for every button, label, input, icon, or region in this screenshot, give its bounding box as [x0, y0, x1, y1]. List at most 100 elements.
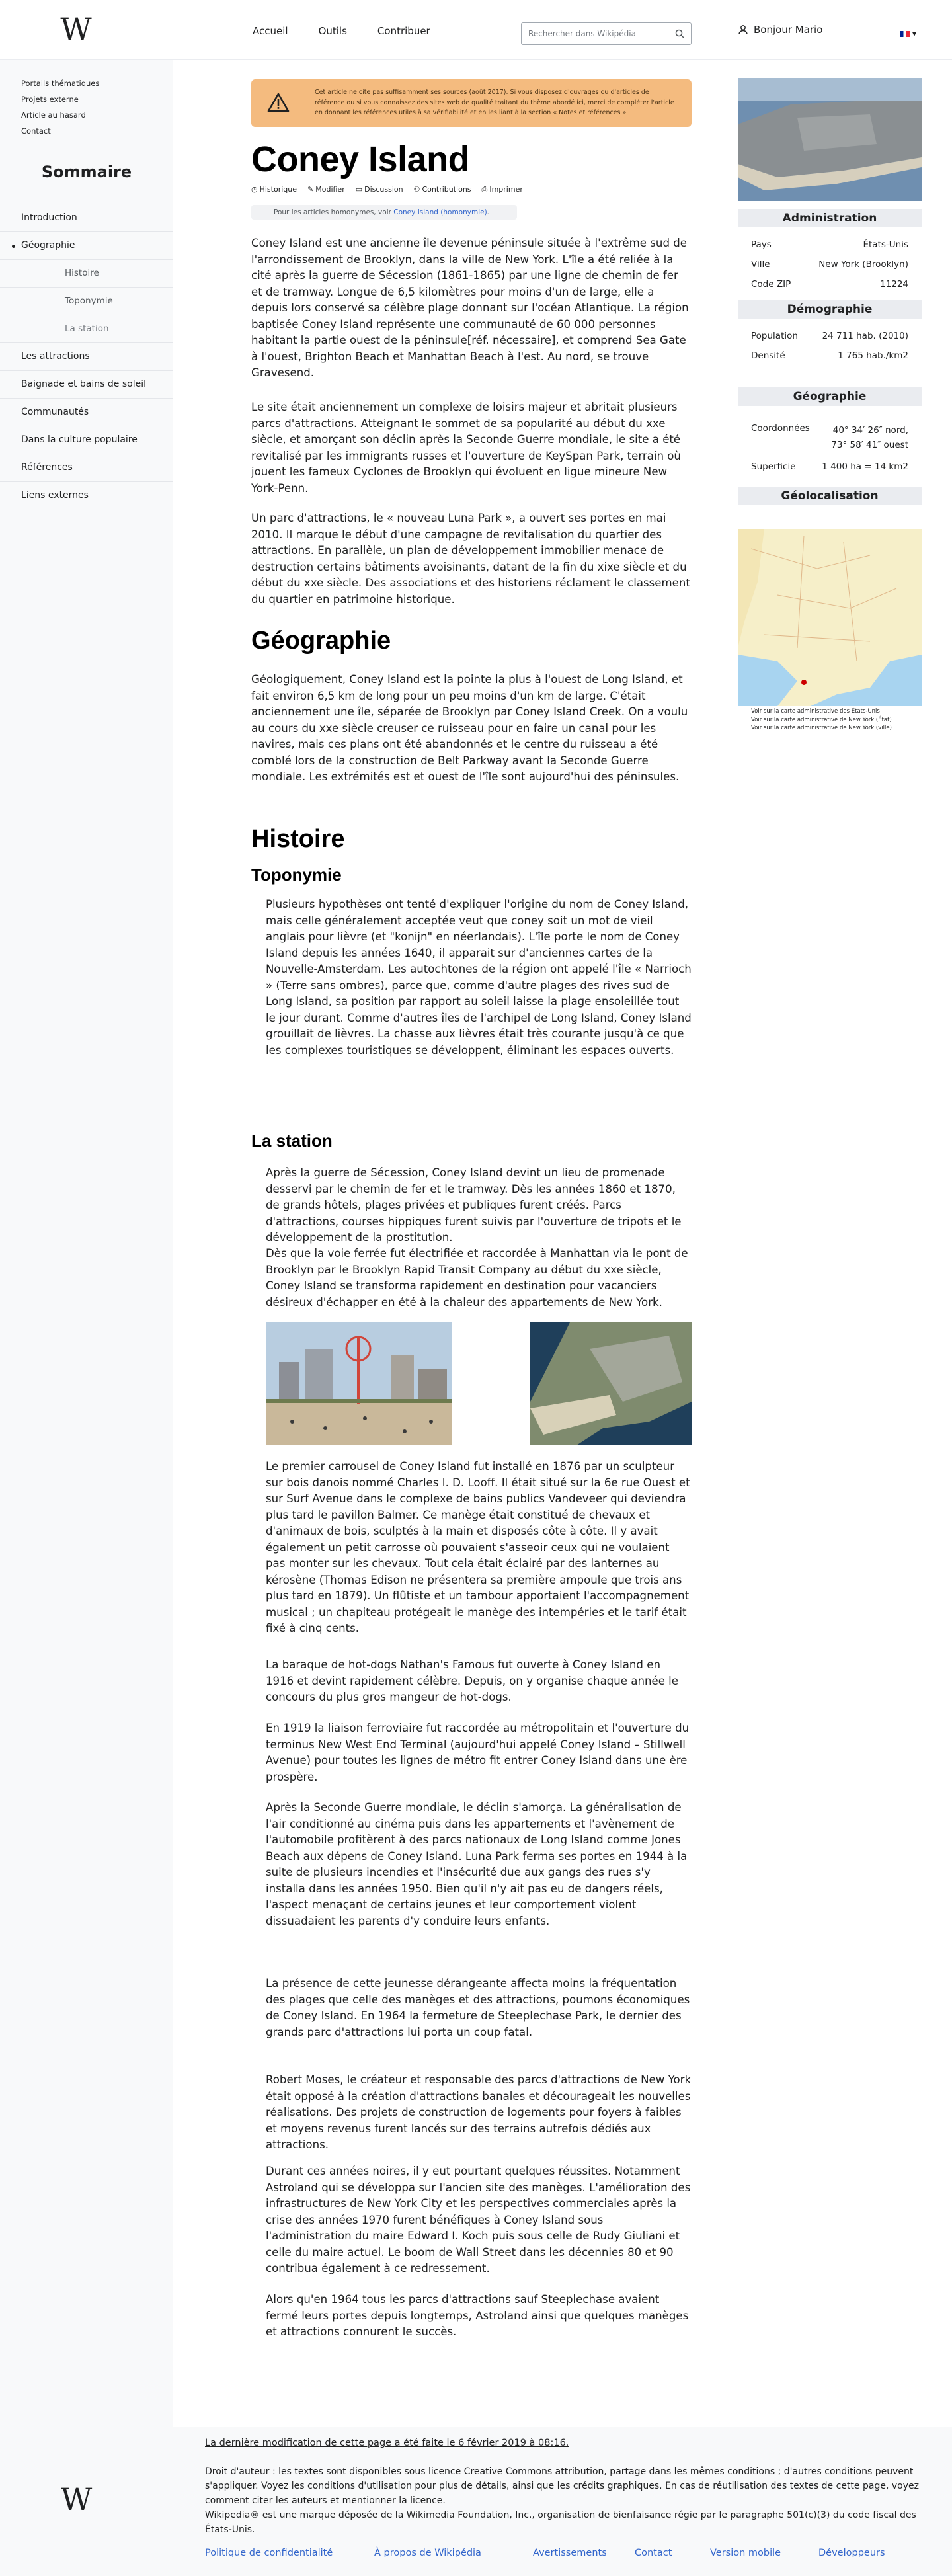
nav-contribuer[interactable]: Contribuer: [377, 25, 430, 37]
footer-links: Politique de confidentialité À propos de…: [205, 2548, 885, 2558]
station-paragraph-9: Durant ces années noires, il y eut pourt…: [266, 2165, 691, 2274]
infobox-key: Population: [751, 331, 798, 341]
infobox-key: Pays: [751, 239, 772, 250]
coney-island-beach-photo[interactable]: [266, 1322, 452, 1445]
heading-histoire: Histoire: [251, 825, 345, 853]
homonym-prefix: Pour les articles homonymes, voir: [274, 208, 394, 216]
search-icon[interactable]: [675, 29, 684, 38]
page-actions: ◷ Historique ✎ Modifier ▭ Discussion ⚇ Contr…: [251, 185, 523, 194]
infobox-key: Ville: [751, 259, 770, 270]
action-historique-label: Historique: [259, 185, 298, 194]
footer-link-mobile[interactable]: Version mobile: [710, 2548, 818, 2558]
station-paragraph-7: La présence de cette jeunesse dérangeant…: [266, 1977, 690, 2038]
page-footer: W La dernière modification de cette page…: [0, 2427, 952, 2576]
infobox-heading-geographie: Géographie: [738, 387, 922, 406]
station-paragraph-8: Robert Moses, le créateur et responsable…: [266, 2073, 692, 2151]
homonym-note: Pour les articles homonymes, voir Coney …: [251, 205, 517, 220]
footer-link-developers[interactable]: Développeurs: [818, 2548, 885, 2558]
coney-island-satellite-photo[interactable]: [530, 1322, 692, 1445]
toc-item-histoire[interactable]: Histoire: [0, 259, 173, 287]
trademark-paragraph: Wikipedia® est une marque déposée de la …: [205, 2510, 916, 2535]
language-selector[interactable]: ▾: [900, 29, 916, 38]
coord-lon: 73° 58′ 41″ ouest: [831, 440, 908, 450]
action-historique[interactable]: ◷ Historique: [251, 185, 297, 194]
sidebar-link-contact[interactable]: Contact: [21, 123, 99, 139]
toc-item-la-station[interactable]: La station: [0, 315, 173, 342]
sidebar-link-portails[interactable]: Portails thématiques: [21, 75, 99, 91]
footer-link-disclaimers[interactable]: Avertissements: [533, 2548, 635, 2558]
footer-link-about[interactable]: À propos de Wikipédia: [374, 2548, 533, 2558]
homonym-link[interactable]: Coney Island (homonymie): [393, 208, 487, 216]
wikipedia-logo[interactable]: W: [57, 14, 91, 44]
footer-wikipedia-logo[interactable]: W: [61, 2481, 92, 2517]
toc-title: Sommaire: [0, 143, 173, 181]
infobox-key: Coordonnées: [751, 423, 810, 434]
map-link-ny-city[interactable]: Voir sur la carte administrative de New …: [751, 724, 916, 733]
infobox-heading-administration: Administration: [738, 209, 922, 227]
action-contributions[interactable]: ⚇ Contributions: [414, 185, 471, 194]
sources-warning-banner: Cet article ne cite pas suffisamment ses…: [251, 79, 692, 127]
toc-item-attractions[interactable]: Les attractions: [0, 342, 173, 370]
action-imprimer-label: Imprimer: [489, 185, 523, 194]
intro-paragraph-2: Le site était anciennement un complexe d…: [251, 401, 681, 495]
infobox-aerial-photo[interactable]: [738, 78, 922, 201]
homonym-suffix: .: [487, 208, 490, 216]
station-paragraph-2: Dès que la voie ferrée fut électrifiée e…: [266, 1247, 688, 1308]
left-sidebar: Portails thématiques Projets externe Art…: [0, 60, 173, 2427]
station-paragraph-6: Après la Seconde Guerre mondiale, le déc…: [266, 1801, 688, 1927]
footer-link-contact[interactable]: Contact: [635, 2548, 710, 2558]
coord-lat: 40° 34′ 26″ nord,: [832, 425, 908, 436]
user-menu[interactable]: Bonjour Mario: [738, 24, 822, 36]
toc-item-liens[interactable]: Liens externes: [0, 481, 173, 509]
users-icon: ⚇: [413, 185, 420, 194]
nav-accueil[interactable]: Accueil: [253, 25, 288, 37]
user-greeting: Bonjour Mario: [754, 24, 823, 36]
map-link-ny-state[interactable]: Voir sur la carte administrative de New …: [751, 716, 916, 725]
sidebar-link-hasard[interactable]: Article au hasard: [21, 107, 99, 123]
nav-outils[interactable]: Outils: [319, 25, 347, 37]
infobox-value: États-Unis: [863, 239, 908, 250]
toc-item-baignade[interactable]: Baignade et bains de soleil: [0, 370, 173, 398]
station-paragraph-1: Après la guerre de Sécession, Coney Isla…: [266, 1166, 682, 1244]
geographie-paragraph: Géologiquement, Coney Island est la poin…: [251, 673, 688, 783]
toc-item-toponymie[interactable]: Toponymie: [0, 287, 173, 315]
infobox-key: Superficie: [751, 462, 796, 472]
intro-paragraph-1: Coney Island est une ancienne île devenu…: [251, 237, 689, 379]
last-modified: La dernière modification de cette page a…: [205, 2438, 569, 2448]
infobox-value: 1 400 ha = 14 km2: [822, 462, 908, 472]
infobox-key: Code ZIP: [751, 279, 791, 290]
station-paragraph-4: La baraque de hot-dogs Nathan's Famous f…: [266, 1658, 678, 1703]
action-modifier[interactable]: ✎ Modifier: [307, 185, 345, 194]
location-map[interactable]: [738, 529, 922, 706]
action-contributions-label: Contributions: [422, 185, 471, 194]
infobox-value: New York (Brooklyn): [818, 259, 908, 270]
map-link-usa[interactable]: Voir sur la carte administrative des Éta…: [751, 707, 916, 716]
printer-icon: ⎙: [481, 185, 488, 194]
infobox-value: 11224: [880, 279, 908, 290]
clock-icon: ◷: [251, 185, 258, 194]
table-of-contents: Introduction Géographie Histoire Toponym…: [0, 204, 173, 509]
action-discussion[interactable]: ▭ Discussion: [356, 185, 403, 194]
top-header: W Accueil Outils Contribuer Rechercher d…: [0, 0, 952, 60]
heading-geographie: Géographie: [251, 627, 391, 655]
toc-item-communautes[interactable]: Communautés: [0, 398, 173, 426]
search-input[interactable]: Rechercher dans Wikipédia: [521, 22, 692, 45]
sidebar-link-projets[interactable]: Projets externe: [21, 91, 99, 107]
toc-item-references[interactable]: Références: [0, 454, 173, 481]
infobox-value: 1 765 hab./km2: [838, 350, 908, 361]
action-imprimer[interactable]: ⎙ Imprimer: [482, 185, 523, 194]
toc-item-culture[interactable]: Dans la culture populaire: [0, 426, 173, 454]
infobox-value[interactable]: 40° 34′ 26″ nord, 73° 58′ 41″ ouest: [831, 423, 908, 452]
warning-icon: [267, 93, 290, 112]
map-caption: Voir sur la carte administrative des Éta…: [751, 707, 916, 733]
sidebar-tools: Portails thématiques Projets externe Art…: [21, 75, 99, 139]
toc-item-introduction[interactable]: Introduction: [0, 204, 173, 231]
pencil-icon: ✎: [307, 185, 314, 194]
action-discussion-label: Discussion: [364, 185, 403, 194]
footer-link-privacy[interactable]: Politique de confidentialité: [205, 2548, 374, 2558]
toc-item-geographie[interactable]: Géographie: [0, 231, 173, 259]
heading-la-station: La station: [251, 1131, 333, 1150]
station-paragraph-10: Alors qu'en 1964 tous les parcs d'attrac…: [266, 2293, 689, 2338]
toponymie-paragraph: Plusieurs hypothèses ont tenté d'expliqu…: [266, 898, 692, 1057]
speech-bubble-icon: ▭: [355, 185, 363, 194]
